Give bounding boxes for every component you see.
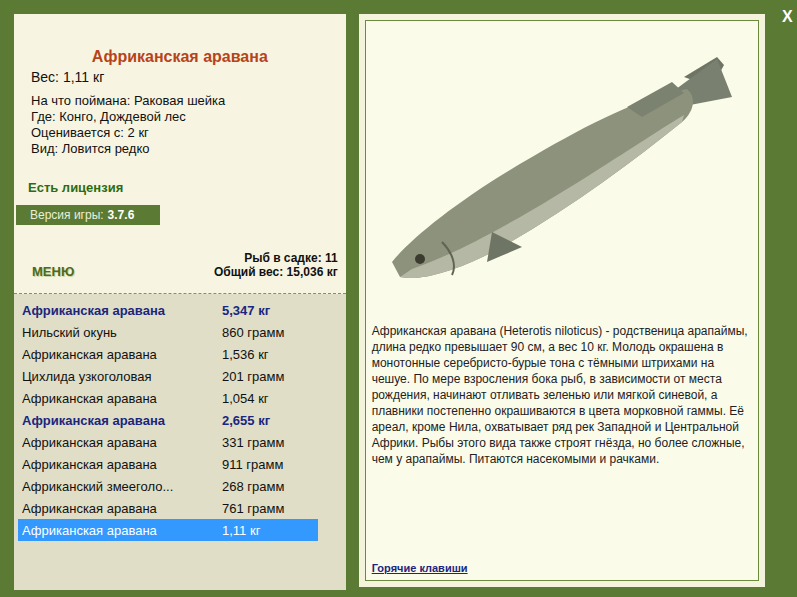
catch-name: Африканская аравана <box>22 391 222 406</box>
catch-row[interactable]: Африканская аравана1,536 кг <box>18 343 318 365</box>
detail-line: Где: Конго, Дождевой лес <box>31 109 346 125</box>
catch-row[interactable]: Нильский окунь860 грамм <box>18 321 318 343</box>
fish-title: Африканская аравана <box>14 47 346 67</box>
license-status: Есть лицензия <box>14 180 346 196</box>
fish-icon <box>372 37 752 307</box>
catch-row[interactable]: Африканская аравана761 грамм <box>18 497 318 519</box>
catch-row[interactable]: Африканская аравана5,347 кг <box>18 299 318 321</box>
keepnet-weight: Общий вес: 15,036 кг <box>214 265 338 279</box>
hotkeys-link[interactable]: Горячие клавиши <box>372 562 752 574</box>
menu-button[interactable]: МЕНЮ <box>32 264 74 279</box>
fish-info-window: Африканская араванаВес: 1,11 кгНа что по… <box>0 0 797 597</box>
catch-row[interactable]: Африканская аравана2,655 кг <box>18 409 318 431</box>
catch-name: Африканская аравана <box>22 413 222 428</box>
catch-weight: 268 грамм <box>222 479 284 494</box>
catch-weight: 5,347 кг <box>222 303 270 318</box>
menu-row: МЕНЮ Рыб в садке: 11Общий вес: 15,036 кг <box>14 250 346 279</box>
catch-name: Африканская аравана <box>22 523 222 538</box>
catch-name: Африканская аравана <box>22 347 222 362</box>
keepnet-count: Рыб в садке: 11 <box>214 251 338 265</box>
fish-details: На что поймана: Раковая шейкаГде: Конго,… <box>14 93 346 157</box>
catch-weight: 201 грамм <box>222 369 284 384</box>
catch-weight: 1,054 кг <box>222 391 269 406</box>
catch-row[interactable]: Африканский змееголо...268 грамм <box>18 475 318 497</box>
catch-name: Цихлида узкоголовая <box>22 369 222 384</box>
detail-line: Вид: Ловится редко <box>31 141 346 157</box>
catch-row[interactable]: Цихлида узкоголовая201 грамм <box>18 365 318 387</box>
catch-list: Африканская аравана5,347 кгНильский окун… <box>14 294 346 590</box>
version-bar: Версия игры: 3.7.6 <box>16 205 160 225</box>
catch-name: Африканская аравана <box>22 435 222 450</box>
catch-row[interactable]: Африканская аравана1,054 кг <box>18 387 318 409</box>
version-label: Версия игры: <box>30 208 104 222</box>
fish-card: Африканская араванаВес: 1,11 кгНа что по… <box>14 14 346 590</box>
catch-name: Нильский окунь <box>22 325 222 340</box>
catch-weight: 860 грамм <box>222 325 284 340</box>
catch-row[interactable]: Африканская аравана911 грамм <box>18 453 318 475</box>
fish-weight: Вес: 1,11 кг <box>14 68 346 86</box>
catch-weight: 761 грамм <box>222 501 284 516</box>
catch-row[interactable]: Африканская аравана1,11 кг <box>18 519 318 541</box>
close-button[interactable]: X <box>778 8 797 590</box>
detail-line: Оценивается с: 2 кг <box>31 125 346 141</box>
catch-name: Африканская аравана <box>22 501 222 516</box>
catch-name: Африканский змееголо... <box>22 479 222 494</box>
fish-description: Африканская аравана (Heterotis niloticus… <box>372 323 752 467</box>
keepnet-summary: Рыб в садке: 11Общий вес: 15,036 кг <box>214 251 338 279</box>
catch-weight: 1,536 кг <box>222 347 269 362</box>
description-frame: Африканская аравана (Heterotis niloticus… <box>365 20 759 581</box>
catch-row[interactable]: Африканская аравана331 грамм <box>18 431 318 453</box>
catch-weight: 331 грамм <box>222 435 284 450</box>
catch-weight: 2,655 кг <box>222 413 270 428</box>
version-value: 3.7.6 <box>108 208 135 222</box>
catch-name: Африканская аравана <box>22 303 222 318</box>
description-panel: Африканская аравана (Heterotis niloticus… <box>359 14 765 587</box>
fish-picture <box>372 27 752 317</box>
detail-line: На что поймана: Раковая шейка <box>31 93 346 109</box>
catch-weight: 911 грамм <box>222 457 283 472</box>
catch-name: Африканская аравана <box>22 457 222 472</box>
catch-weight: 1,11 кг <box>222 523 260 538</box>
